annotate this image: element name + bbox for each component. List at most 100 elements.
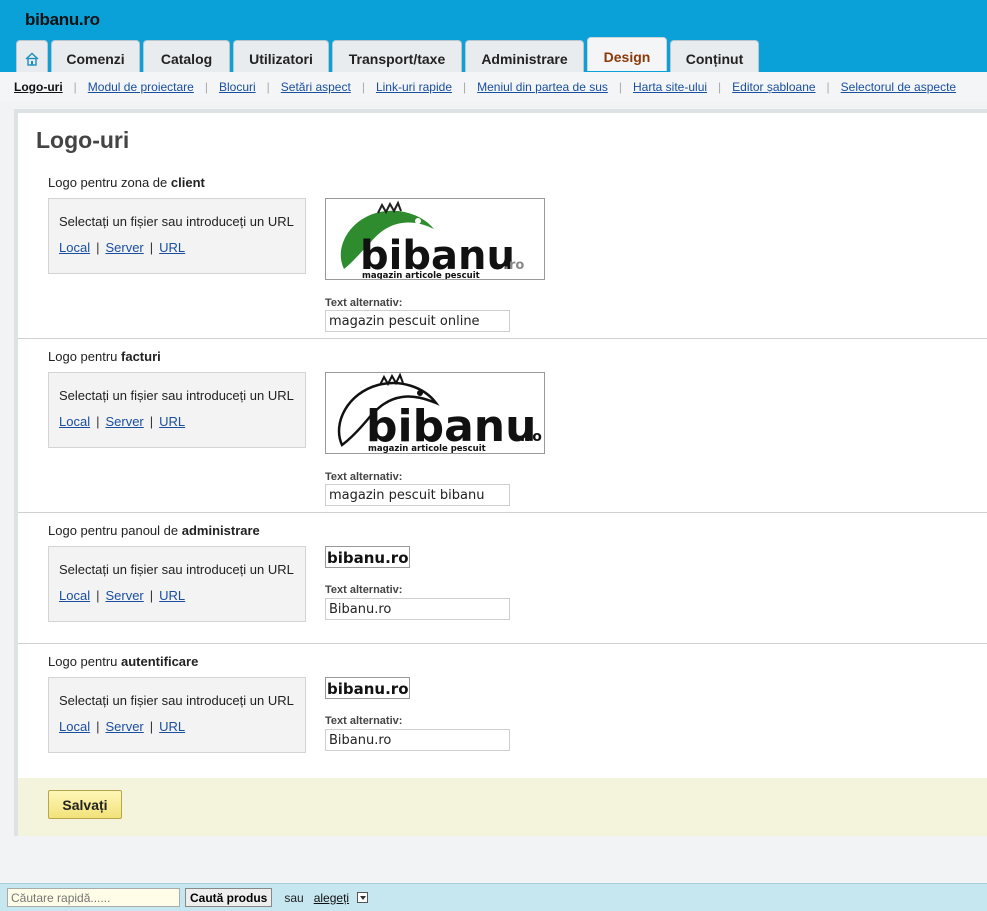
upload-server-link[interactable]: Server: [105, 588, 143, 603]
subnav-selector-aspecte[interactable]: Selectorul de aspecte: [841, 80, 956, 94]
subnav-harta-site[interactable]: Harta site-ului: [633, 80, 707, 94]
section-title-bold: facturi: [121, 349, 161, 364]
subnav-meniul-sus[interactable]: Meniul din partea de sus: [477, 80, 608, 94]
top-header: bibanu.ro Comenzi Catalog Utilizatori Tr…: [0, 0, 987, 72]
upload-prompt: Selectați un fișier sau introduceți un U…: [59, 693, 294, 708]
upload-box: Selectați un fișier sau introduceți un U…: [48, 546, 306, 622]
upload-local-link[interactable]: Local: [59, 240, 90, 255]
tab-catalog[interactable]: Catalog: [143, 40, 230, 72]
upload-url-link[interactable]: URL: [159, 414, 185, 429]
upload-local-link[interactable]: Local: [59, 588, 90, 603]
alt-text-label: Text alternativ:: [325, 297, 403, 309]
upload-server-link[interactable]: Server: [105, 719, 143, 734]
main-tabs: Comenzi Catalog Utilizatori Transport/ta…: [16, 37, 759, 72]
tab-comenzi[interactable]: Comenzi: [51, 40, 140, 72]
section-divider: [18, 512, 987, 513]
bibanu-logo-small: bibanu.ro: [327, 680, 409, 698]
section-title: Logo pentru autentificare: [48, 654, 198, 669]
section-title-prefix: Logo pentru: [48, 349, 122, 364]
home-icon: [25, 52, 39, 66]
section-title-prefix: Logo pentru panoul de: [48, 523, 182, 538]
design-subnav: Logo-uri | Modul de proiectare | Blocuri…: [0, 72, 987, 102]
section-title: Logo pentru zona de client: [48, 175, 205, 190]
upload-server-link[interactable]: Server: [105, 240, 143, 255]
upload-prompt: Selectați un fișier sau introduceți un U…: [59, 562, 294, 577]
section-title: Logo pentru panoul de administrare: [48, 523, 260, 538]
tab-home[interactable]: [16, 40, 48, 72]
logo-tagline: magazin articole pescuit: [362, 271, 480, 279]
upload-box: Selectați un fișier sau introduceți un U…: [48, 372, 306, 448]
subnav-editor-sabloane[interactable]: Editor șabloane: [732, 80, 815, 94]
alt-text-label: Text alternativ:: [325, 715, 403, 727]
upload-url-link[interactable]: URL: [159, 240, 185, 255]
bibanu-logo-small: bibanu.ro: [327, 549, 409, 567]
tab-administrare[interactable]: Administrare: [465, 40, 584, 72]
logo-preview-facturi[interactable]: bibanu .ro magazin articole pescuit: [325, 372, 545, 454]
section-title-prefix: Logo pentru: [48, 654, 122, 669]
upload-links: Local | Server | URL: [59, 414, 186, 429]
upload-links: Local | Server | URL: [59, 240, 186, 255]
logo-preview-administrare[interactable]: bibanu.ro: [325, 546, 410, 568]
tab-design[interactable]: Design: [587, 37, 667, 71]
logo-preview-client[interactable]: bibanu .ro magazin articole pescuit: [325, 198, 545, 280]
subnav-link-uri-rapide[interactable]: Link-uri rapide: [376, 80, 452, 94]
section-divider: [18, 338, 987, 339]
logos-panel: Logo-uri Logo pentru zona de client Sele…: [14, 109, 987, 836]
logo-word: bibanu.ro: [327, 680, 409, 698]
alt-text-input-client[interactable]: [325, 310, 510, 332]
save-bar: Salvați: [18, 778, 987, 836]
upload-local-link[interactable]: Local: [59, 414, 90, 429]
subnav-separator: |: [361, 80, 365, 94]
store-brand[interactable]: bibanu.ro: [25, 10, 100, 30]
subnav-separator: |: [266, 80, 270, 94]
upload-box: Selectați un fișier sau introduceți un U…: [48, 198, 306, 274]
upload-url-link[interactable]: URL: [159, 719, 185, 734]
alt-text-input-autentificare[interactable]: [325, 729, 510, 751]
section-title-prefix: Logo pentru zona de: [48, 175, 171, 190]
upload-prompt: Selectați un fișier sau introduceți un U…: [59, 214, 294, 229]
or-label: sau: [284, 890, 304, 905]
logo-suffix: .ro: [504, 258, 524, 273]
subnav-separator: |: [463, 80, 467, 94]
tab-transport-taxe[interactable]: Transport/taxe: [332, 40, 462, 72]
bibanu-logo-color: bibanu .ro magazin articole pescuit: [340, 200, 524, 279]
subnav-separator: |: [204, 80, 208, 94]
subnav-setari-aspect[interactable]: Setări aspect: [281, 80, 351, 94]
logo-suffix: .ro: [520, 429, 542, 445]
subnav-separator: |: [618, 80, 622, 94]
subnav-separator: |: [73, 80, 77, 94]
upload-local-link[interactable]: Local: [59, 719, 90, 734]
alt-text-label: Text alternativ:: [325, 584, 403, 596]
quick-search-input[interactable]: [7, 888, 180, 907]
alt-text-label: Text alternativ:: [325, 471, 403, 483]
subnav-logo-uri[interactable]: Logo-uri: [14, 80, 63, 94]
section-title: Logo pentru facturi: [48, 349, 161, 364]
chevron-down-icon[interactable]: [357, 892, 369, 903]
tab-continut[interactable]: Conținut: [670, 40, 759, 72]
quick-search-bar: Caută produs sau alegeți: [0, 883, 987, 911]
tab-utilizatori[interactable]: Utilizatori: [233, 40, 329, 72]
logo-word: bibanu.ro: [327, 549, 409, 567]
upload-server-link[interactable]: Server: [105, 414, 143, 429]
logo-tagline: magazin articole pescuit: [368, 444, 486, 453]
logo-preview-autentificare[interactable]: bibanu.ro: [325, 677, 410, 699]
subnav-separator: |: [826, 80, 830, 94]
subnav-modul-proiectare[interactable]: Modul de proiectare: [88, 80, 194, 94]
search-product-button[interactable]: Caută produs: [185, 888, 273, 907]
choose-link[interactable]: alegeți: [314, 891, 349, 905]
bibanu-logo-bw: bibanu .ro magazin articole pescuit: [337, 373, 542, 453]
alt-text-input-administrare[interactable]: [325, 598, 510, 620]
upload-links: Local | Server | URL: [59, 588, 186, 603]
upload-url-link[interactable]: URL: [159, 588, 185, 603]
upload-box: Selectați un fișier sau introduceți un U…: [48, 677, 306, 753]
section-title-bold: client: [170, 175, 205, 190]
upload-links: Local | Server | URL: [59, 719, 186, 734]
section-title-bold: autentificare: [121, 654, 199, 669]
upload-prompt: Selectați un fișier sau introduceți un U…: [59, 388, 294, 403]
subnav-separator: |: [718, 80, 722, 94]
subnav-blocuri[interactable]: Blocuri: [219, 80, 256, 94]
section-title-bold: administrare: [181, 523, 260, 538]
alt-text-input-facturi[interactable]: [325, 484, 510, 506]
section-divider: [18, 643, 987, 644]
save-button[interactable]: Salvați: [48, 790, 122, 819]
